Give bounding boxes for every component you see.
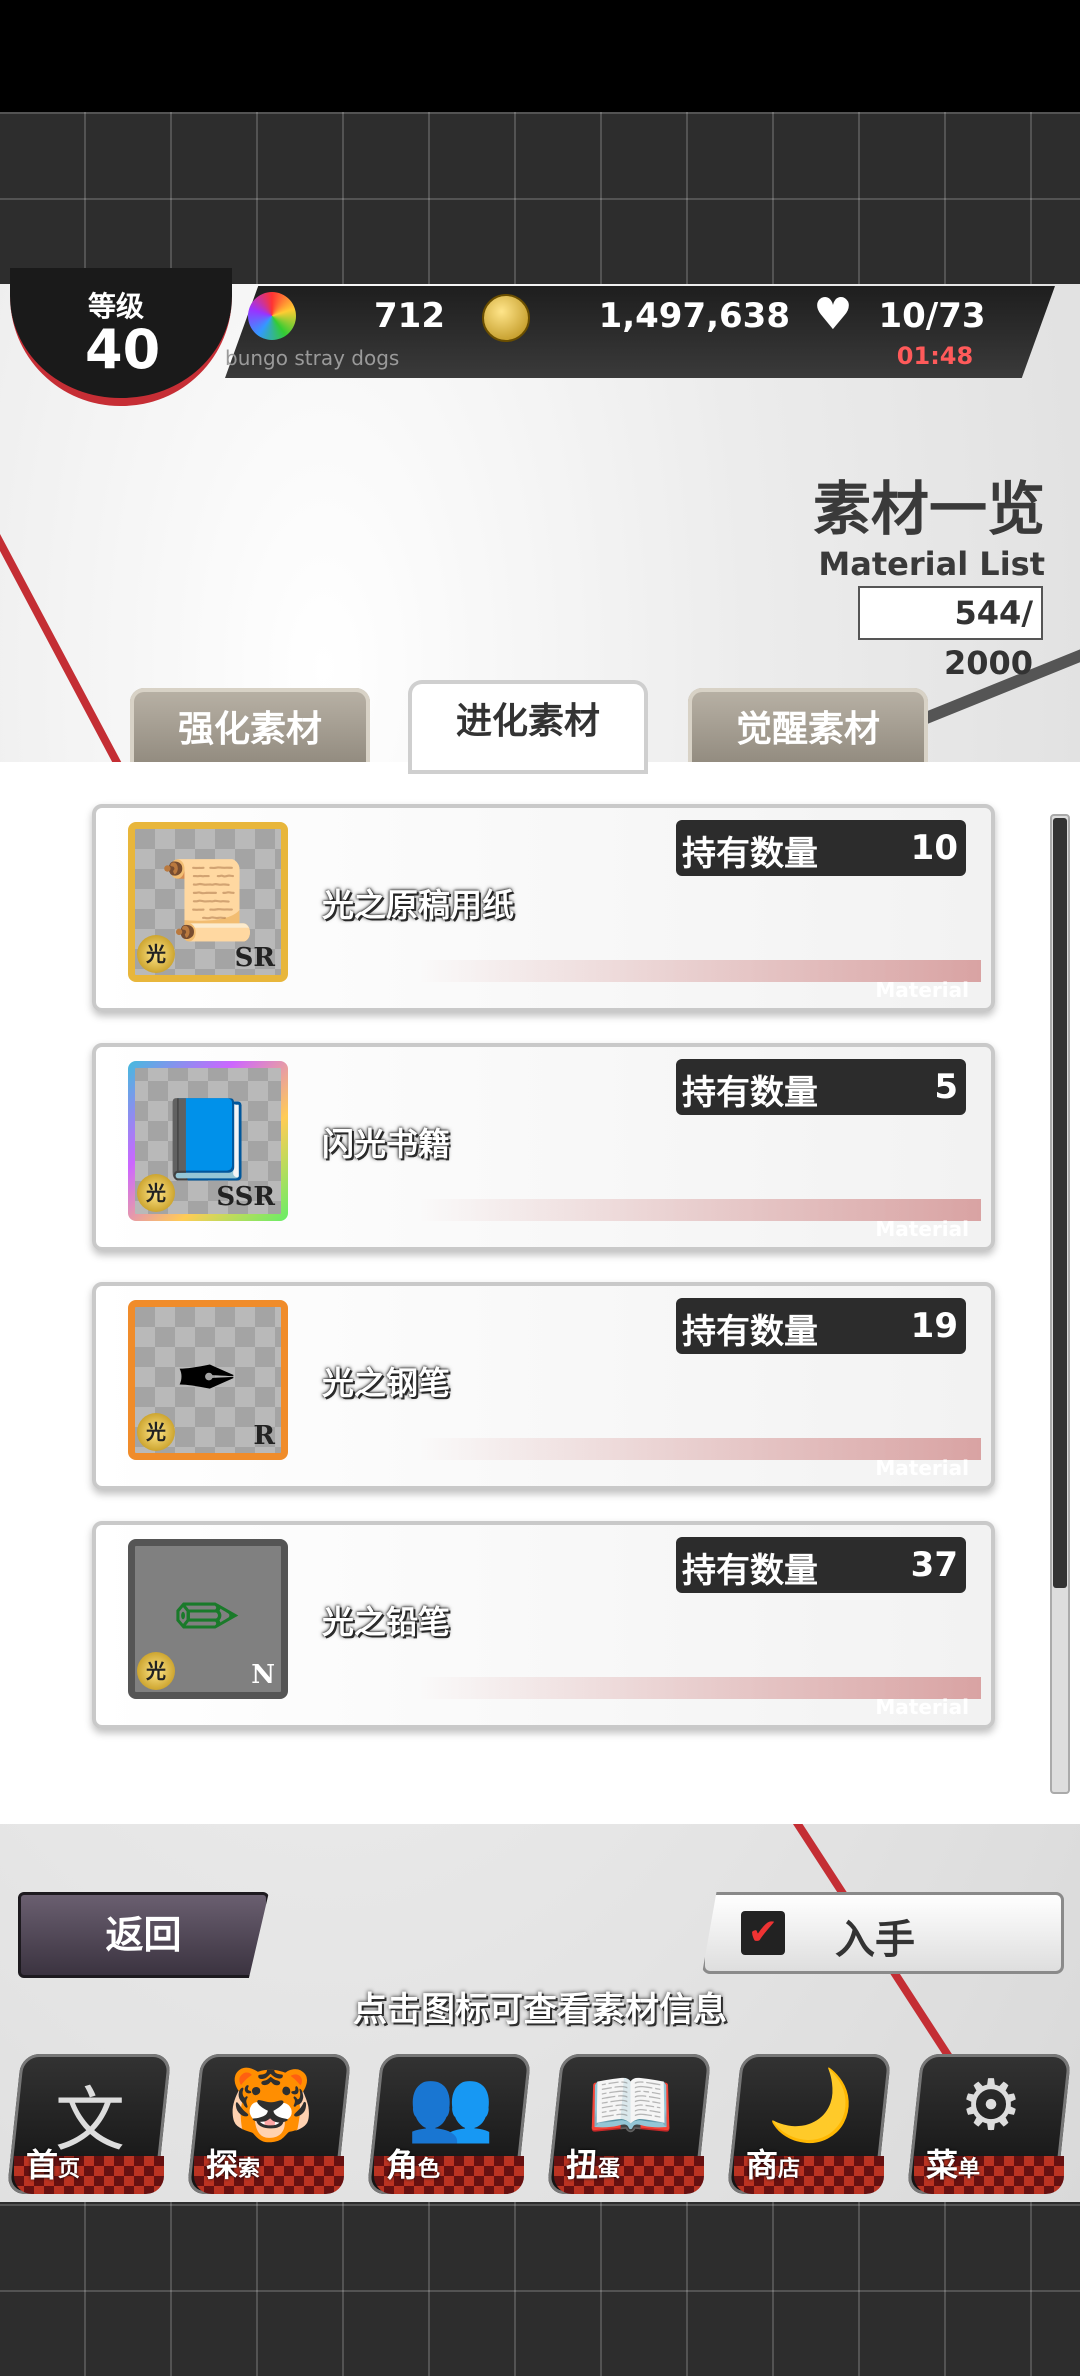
quantity-box: 持有数量 37	[676, 1537, 966, 1593]
material-count-box: 544/ 2000	[858, 586, 1043, 682]
nav-label-main: 角	[386, 2146, 419, 2184]
rarity-label: R	[253, 1421, 275, 1451]
tab-evolve-materials[interactable]: 进化素材	[408, 680, 648, 774]
decor-red-line	[0, 534, 123, 768]
quantity-label: 持有数量	[682, 1312, 818, 1352]
material-thumbnail[interactable]: ✏ 光 N	[128, 1539, 288, 1699]
nav-explore[interactable]: 🐯 探索	[186, 2054, 352, 2194]
fountain-pen-icon: ✒	[174, 1334, 240, 1424]
nav-label: 首页	[26, 2140, 80, 2186]
coin-icon	[482, 294, 530, 342]
material-name: 光之铅笔	[322, 1603, 451, 1641]
ap-heart-icon: ♥	[813, 289, 853, 340]
nav-home[interactable]: 文 首页	[6, 2054, 172, 2194]
quantity-label: 持有数量	[682, 1073, 818, 1113]
back-button[interactable]: 返回	[18, 1892, 269, 1978]
nav-label-sub: 页	[58, 2157, 81, 2182]
material-thumbnail[interactable]: 📘 光 SSR	[128, 1061, 288, 1221]
nav-label-main: 菜	[926, 2146, 959, 2184]
nav-label: 探索	[206, 2140, 260, 2186]
rarity-label: SR	[234, 943, 275, 973]
nav-label: 扭蛋	[566, 2140, 620, 2186]
material-thumbnail[interactable]: 📜 光 SR	[128, 822, 288, 982]
nav-label-main: 商	[746, 2146, 779, 2184]
ap-count: 10/73	[878, 296, 986, 336]
level-value: 40	[85, 318, 161, 381]
nav-label: 角色	[386, 2140, 440, 2186]
material-name: 闪光书籍	[322, 1125, 451, 1163]
material-card[interactable]: 📘 光 SSR 闪光书籍 持有数量 5 Material	[92, 1043, 995, 1251]
light-attribute-badge: 光	[137, 935, 175, 973]
list-scrollbar-thumb[interactable]	[1053, 818, 1067, 1588]
coin-count: 1,497,638	[598, 296, 790, 336]
tab-awaken-materials[interactable]: 觉醒素材	[688, 688, 928, 772]
nav-label-main: 扭	[566, 2146, 599, 2184]
game-subtitle: bungo stray dogs	[225, 346, 400, 370]
nav-label-main: 首	[26, 2146, 59, 2184]
bottom-grid-pattern	[0, 2202, 1080, 2376]
rarity-label: SSR	[216, 1182, 275, 1212]
nav-characters[interactable]: 👥 角色	[366, 2054, 532, 2194]
nav-menu[interactable]: ⚙ 菜单	[906, 2054, 1072, 2194]
quantity-label: 持有数量	[682, 834, 818, 874]
nav-gacha[interactable]: 📖 扭蛋	[546, 2054, 712, 2194]
quantity-box: 持有数量 5	[676, 1059, 966, 1115]
acquire-label: 入手	[835, 1917, 915, 1963]
quantity-box: 持有数量 19	[676, 1298, 966, 1354]
hint-text: 点击图标可查看素材信息	[353, 1990, 727, 2030]
rarity-label: N	[251, 1660, 275, 1690]
nav-label: 商店	[746, 2140, 800, 2186]
ap-timer: 01:48	[896, 342, 974, 370]
top-grid-pattern	[0, 112, 1080, 284]
quantity-value: 37	[910, 1545, 958, 1585]
light-attribute-badge: 光	[137, 1652, 175, 1690]
material-card[interactable]: 📜 光 SR 光之原稿用纸 持有数量 10 Material	[92, 804, 995, 1012]
page-title: 素材一览	[812, 475, 1045, 543]
quantity-value: 19	[910, 1306, 958, 1346]
quantity-value: 5	[934, 1067, 958, 1107]
material-card[interactable]: ✏ 光 N 光之铅笔 持有数量 37 Material	[92, 1521, 995, 1729]
acquire-button[interactable]: ✔ 入手	[702, 1892, 1064, 1974]
checkbox-icon: ✔	[741, 1911, 785, 1955]
tab-enhance-materials[interactable]: 强化素材	[130, 688, 370, 772]
material-name: 光之原稿用纸	[322, 886, 515, 924]
material-thumbnail[interactable]: ✒ 光 R	[128, 1300, 288, 1460]
nav-label-sub: 单	[958, 2157, 981, 2182]
nav-label: 菜单	[926, 2140, 980, 2186]
book-icon: 📘	[158, 1095, 256, 1185]
page-subtitle: Material List	[818, 545, 1045, 583]
rainbow-gem-icon	[248, 292, 296, 340]
pencil-icon: ✏	[174, 1573, 240, 1663]
nav-label-sub: 蛋	[598, 2157, 621, 2182]
nav-label-main: 探	[206, 2146, 239, 2184]
nav-label-sub: 索	[238, 2157, 261, 2182]
material-tag: Material	[875, 1217, 969, 1241]
light-attribute-badge: 光	[137, 1413, 175, 1451]
material-tag: Material	[875, 978, 969, 1002]
material-card[interactable]: ✒ 光 R 光之钢笔 持有数量 19 Material	[92, 1282, 995, 1490]
nav-label-sub: 色	[418, 2157, 441, 2182]
material-tag: Material	[875, 1456, 969, 1480]
light-attribute-badge: 光	[137, 1174, 175, 1212]
gem-count: 712	[374, 296, 445, 336]
manuscript-paper-icon: 📜	[158, 856, 256, 946]
nav-shop[interactable]: 🌙 商店	[726, 2054, 892, 2194]
nav-label-sub: 店	[778, 2157, 801, 2182]
material-tag: Material	[875, 1695, 969, 1719]
material-name: 光之钢笔	[322, 1364, 451, 1402]
top-letterbox	[0, 0, 1080, 112]
quantity-value: 10	[910, 828, 958, 868]
quantity-label: 持有数量	[682, 1551, 818, 1591]
quantity-box: 持有数量 10	[676, 820, 966, 876]
